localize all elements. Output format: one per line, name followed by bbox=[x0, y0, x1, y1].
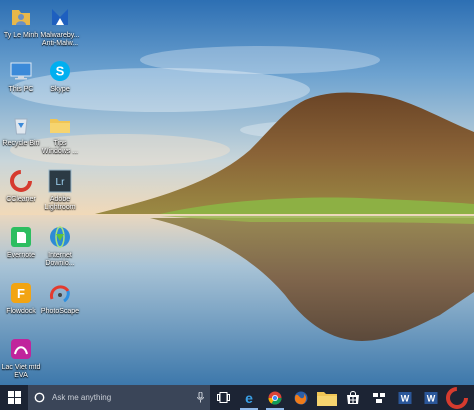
svg-text:Lr: Lr bbox=[56, 177, 66, 188]
taskbar-word-button[interactable]: W bbox=[392, 385, 418, 410]
desktop-icon-malwarebytes[interactable]: Malwareby... Anti-Malw... bbox=[38, 4, 82, 48]
desktop-icon-label: Internet Downlo... bbox=[45, 252, 75, 267]
folder-icon bbox=[47, 112, 73, 138]
desktop[interactable]: Ty Le Minh Malwareby... Anti-Malw... This … bbox=[0, 0, 474, 385]
svg-text:F: F bbox=[17, 286, 25, 301]
desktop-icon-label: Tips Windows ... bbox=[41, 140, 79, 155]
firefox-icon bbox=[294, 391, 308, 405]
taskbar-ccleaner-button[interactable] bbox=[444, 385, 470, 410]
photoscape-icon bbox=[47, 280, 73, 306]
desktop-icon-lac-viet[interactable]: Lac Viet mtd EVA bbox=[0, 336, 43, 380]
evernote-icon bbox=[8, 224, 34, 250]
taskbar-apps-button[interactable] bbox=[366, 385, 392, 410]
ccleaner-icon bbox=[8, 168, 34, 194]
skype-icon: S bbox=[47, 58, 73, 84]
desktop-icon-label: Lac Viet mtd EVA bbox=[1, 364, 41, 379]
user-folder-icon bbox=[8, 4, 34, 30]
taskbar-firefox-button[interactable] bbox=[288, 385, 314, 410]
desktop-icon-skype[interactable]: S Skype bbox=[38, 58, 82, 94]
desktop-icon-internet-download-manager[interactable]: Internet Downlo... bbox=[38, 224, 82, 268]
ccleaner-icon bbox=[445, 386, 469, 410]
chrome-icon bbox=[268, 391, 282, 405]
desktop-icon-label: Adobe Lightroom bbox=[44, 196, 76, 211]
svg-text:e: e bbox=[245, 391, 253, 405]
desktop-icon-label: Skype bbox=[50, 86, 70, 93]
desktop-icon-photoscape[interactable]: PhotoScape bbox=[38, 280, 82, 316]
taskbar-edge-button[interactable]: e bbox=[236, 385, 262, 410]
taskbar-store-button[interactable] bbox=[340, 385, 366, 410]
desktop-icon-label: Malwareby... Anti-Malw... bbox=[40, 32, 80, 47]
taskbar-file-explorer-button[interactable] bbox=[314, 385, 340, 410]
task-view-icon bbox=[216, 392, 230, 403]
edge-icon: e bbox=[242, 391, 256, 405]
store-icon bbox=[346, 390, 360, 405]
taskbar-task-view-button[interactable] bbox=[210, 385, 236, 410]
lightroom-icon: Lr bbox=[47, 168, 73, 194]
flowdock-icon: F bbox=[8, 280, 34, 306]
lac-viet-icon bbox=[8, 336, 34, 362]
svg-text:W: W bbox=[427, 393, 436, 403]
start-button[interactable] bbox=[0, 385, 28, 410]
cortana-icon bbox=[34, 392, 45, 403]
folder-icon bbox=[315, 386, 339, 410]
taskbar-chrome-button[interactable] bbox=[262, 385, 288, 410]
microphone-icon[interactable] bbox=[197, 392, 204, 403]
taskbar-word-2-button[interactable]: W bbox=[418, 385, 444, 410]
search-input[interactable] bbox=[50, 392, 194, 403]
malwarebytes-icon bbox=[47, 4, 73, 30]
windows-logo-icon bbox=[7, 391, 21, 404]
svg-text:W: W bbox=[401, 393, 410, 403]
svg-text:S: S bbox=[56, 64, 65, 79]
word-icon: W bbox=[424, 391, 438, 405]
desktop-icon-folder[interactable]: Tips Windows ... bbox=[38, 112, 82, 156]
word-icon: W bbox=[398, 391, 412, 405]
search-box[interactable] bbox=[28, 385, 210, 410]
internet-download-manager-icon bbox=[47, 224, 73, 250]
desktop-icon-label: PhotoScape bbox=[40, 308, 80, 315]
pinned-apps: eWW bbox=[210, 385, 470, 410]
desktop-icon-lightroom[interactable]: Lr Adobe Lightroom bbox=[38, 168, 82, 212]
apps-icon bbox=[372, 391, 386, 405]
computer-icon bbox=[8, 58, 34, 84]
taskbar: eWW bbox=[0, 385, 474, 410]
recycle-bin-icon bbox=[8, 112, 34, 138]
